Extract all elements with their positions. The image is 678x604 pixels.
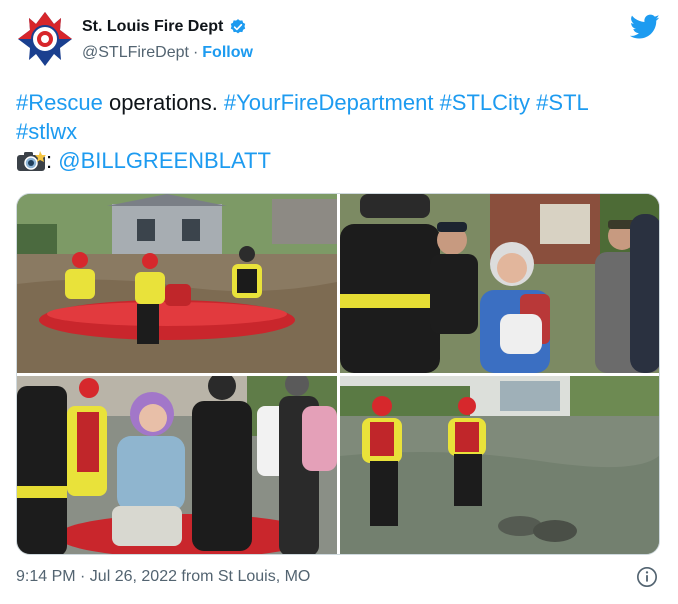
flood-rescue-boat-image — [17, 194, 337, 373]
firefighters-assist-woman-image — [340, 194, 659, 373]
hashtag-stlwx[interactable]: #stlwx — [16, 119, 77, 144]
handle-separator: · — [192, 44, 199, 61]
photo-flood-rescue-boat[interactable] — [17, 194, 337, 373]
name-row: St. Louis Fire Dept — [82, 18, 247, 36]
hashtag-stlcity[interactable]: #STLCity — [440, 90, 530, 115]
photo-woman-in-rescue-boat[interactable] — [17, 376, 337, 554]
tweet-text: #Rescue operations. #YourFireDepartment … — [16, 88, 656, 175]
photo-firefighters-wading[interactable] — [340, 376, 659, 554]
avatar[interactable] — [16, 10, 74, 68]
verified-badge-icon — [231, 19, 246, 34]
follow-button[interactable]: Follow — [202, 44, 253, 62]
hashtag-rescue[interactable]: #Rescue — [16, 90, 103, 115]
camera-flash-icon — [17, 151, 46, 171]
tweet-colon: : — [46, 148, 59, 173]
twitter-bird-icon[interactable] — [630, 14, 660, 40]
woman-in-rescue-boat-image — [17, 376, 337, 554]
hashtag-yourfiredepartment[interactable]: #YourFireDepartment — [224, 90, 434, 115]
media-grid — [16, 193, 660, 555]
photo-firefighters-assist-woman[interactable] — [340, 194, 659, 373]
info-icon[interactable] — [636, 566, 658, 588]
firefighters-wading-image — [340, 376, 659, 554]
display-name[interactable]: St. Louis Fire Dept — [82, 18, 223, 36]
fire-dept-logo-icon — [18, 12, 72, 66]
mention-billgreenblatt[interactable]: @BILLGREENBLATT — [58, 148, 271, 173]
tweet-plain-text: operations. — [102, 90, 224, 115]
tweet-timestamp[interactable]: 9:14 PM · Jul 26, 2022 from St Louis, MO — [16, 568, 310, 586]
handle[interactable]: @STLFireDept — [82, 44, 189, 62]
tweet-card: St. Louis Fire Dept @STLFireDept · Follo… — [0, 0, 678, 604]
handle-row: @STLFireDept · Follow — [82, 44, 253, 62]
hashtag-stl[interactable]: #STL — [536, 90, 589, 115]
